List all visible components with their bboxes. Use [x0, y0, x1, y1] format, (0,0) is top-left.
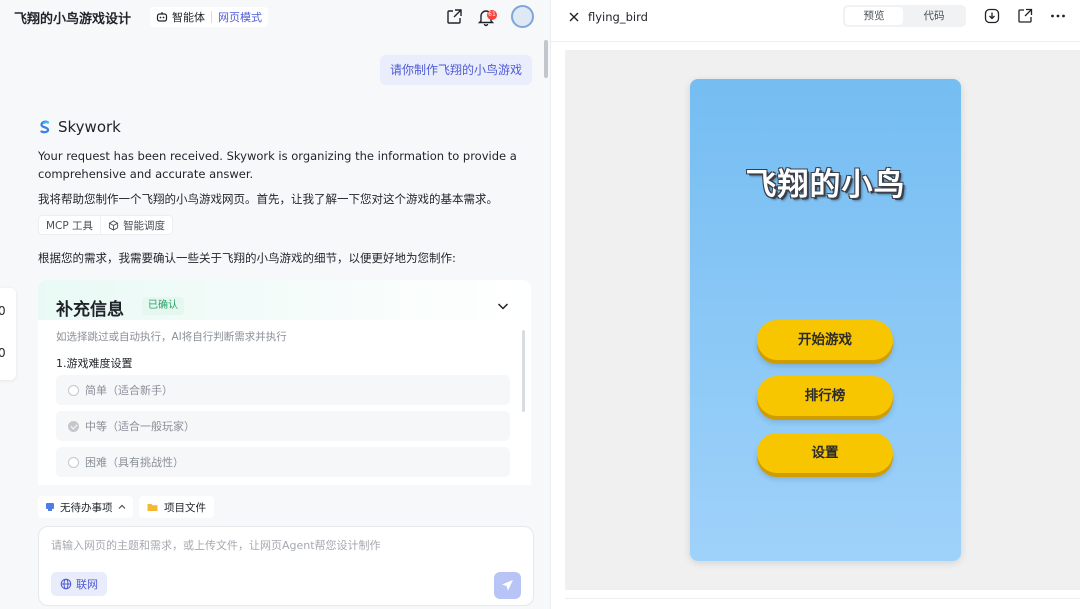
notification-badge: 61: [487, 10, 497, 20]
todo-label: 无待办事项: [60, 501, 113, 514]
files-label: 项目文件: [164, 501, 206, 514]
response-text-1: Your request has been received. Skywork …: [38, 149, 517, 163]
option-label: 困难（具有挑战性）: [85, 456, 184, 469]
skywork-logo-icon: [40, 120, 50, 134]
composer: 联网: [38, 526, 534, 606]
card-scrollbar[interactable]: [522, 330, 525, 412]
web-search-toggle[interactable]: 联网: [51, 572, 107, 596]
project-title: 飞翔的小鸟游戏设计: [14, 12, 132, 27]
mode-label: 网页模式: [218, 11, 262, 24]
close-icon[interactable]: [567, 10, 581, 24]
radio-checked[interactable]: [68, 420, 79, 432]
start-game-button[interactable]: 开始游戏: [757, 320, 893, 360]
message-input[interactable]: [51, 537, 521, 559]
tool-chips: MCP 工具 智能调度: [38, 215, 174, 235]
game-screen: 飞翔的小鸟 开始游戏 排行榜 设置: [690, 79, 961, 561]
avatar[interactable]: [511, 5, 534, 28]
side-popover: 0 0: [0, 288, 16, 380]
option-label: 简单（适合新手）: [85, 384, 173, 397]
user-message: 请你制作飞翔的小鸟游戏: [380, 55, 533, 85]
chat-scrollbar[interactable]: [544, 40, 548, 78]
more-icon[interactable]: [1049, 7, 1067, 25]
file-name: flying_bird: [588, 10, 648, 24]
option-easy[interactable]: 简单（适合新手）: [56, 375, 510, 405]
todo-icon: [46, 503, 54, 511]
info-title: 补充信息: [56, 300, 124, 320]
share-icon[interactable]: [444, 7, 464, 27]
side-char: 0: [0, 304, 6, 318]
chat-header: 飞翔的小鸟游戏设计 智能体 网页模式 61: [0, 0, 550, 34]
radio[interactable]: [68, 384, 79, 396]
send-icon: [502, 580, 513, 591]
response-text-4: 根据您的需求，我需要确认一些关于飞翔的小鸟游戏的细节，以便更好地为您制作:: [38, 251, 456, 265]
assistant-name: Skywork: [58, 118, 121, 136]
open-external-icon[interactable]: [1016, 7, 1034, 25]
chevron-up-icon: [118, 504, 125, 509]
option-medium[interactable]: 中等（适合一般玩家）: [56, 411, 510, 441]
side-char: 0: [0, 346, 6, 360]
todo-button[interactable]: 无待办事项: [38, 496, 133, 518]
project-files-button[interactable]: 项目文件: [139, 496, 214, 518]
question-label: 1.游戏难度设置: [56, 357, 133, 370]
response-text-3: 我将帮助您制作一个飞翔的小鸟游戏网页。首先，让我了解一下您对这个游戏的基本需求。: [38, 192, 498, 206]
preview-canvas: 飞翔的小鸟 开始游戏 排行榜 设置: [565, 50, 1080, 590]
chip-label: MCP 工具: [46, 219, 94, 232]
option-hard[interactable]: 困难（具有挑战性）: [56, 447, 510, 477]
web-label: 联网: [76, 578, 98, 591]
option-label: 中等（适合一般玩家）: [85, 420, 195, 433]
download-icon[interactable]: [983, 7, 1001, 25]
supplementary-info-card: 补充信息 已确认 如选择跳过或自动执行，AI将自行判断需求并执行 1.游戏难度设…: [38, 280, 531, 485]
schedule-chip[interactable]: 智能调度: [101, 215, 174, 235]
cube-icon: [108, 219, 119, 231]
preview-panel: flying_bird 预览 代码 飞翔的小鸟 开始游戏 排行榜 设置: [550, 0, 1080, 609]
agent-label: 智能体: [172, 11, 205, 24]
chevron-down-icon[interactable]: [496, 299, 510, 313]
folder-icon: [147, 504, 158, 511]
leaderboard-button[interactable]: 排行榜: [757, 376, 893, 416]
agent-mode-tag[interactable]: 智能体 网页模式: [150, 7, 268, 27]
view-toggle: 预览 代码: [843, 5, 966, 27]
divider: [211, 11, 212, 23]
chat-panel: 飞翔的小鸟游戏设计 智能体 网页模式 61 请你制作飞翔的小鸟游戏 Skywor…: [0, 0, 550, 609]
tab-preview[interactable]: 预览: [845, 7, 903, 25]
tab-code[interactable]: 代码: [905, 7, 963, 25]
info-subtitle: 如选择跳过或自动执行，AI将自行判断需求并执行: [56, 331, 287, 343]
divider: [551, 41, 1080, 42]
radio[interactable]: [68, 456, 79, 468]
send-button[interactable]: [494, 572, 521, 599]
assistant-header: Skywork: [38, 118, 121, 136]
mcp-tool-chip[interactable]: MCP 工具: [38, 215, 102, 235]
status-badge: 已确认: [142, 297, 184, 315]
game-title: 飞翔的小鸟: [745, 167, 906, 203]
settings-button[interactable]: 设置: [757, 433, 893, 473]
globe-icon: [60, 578, 72, 590]
divider: [565, 598, 1080, 599]
robot-icon: [156, 12, 168, 22]
response-text-2: comprehensive and accurate answer.: [38, 167, 254, 181]
chip-label: 智能调度: [123, 219, 166, 232]
